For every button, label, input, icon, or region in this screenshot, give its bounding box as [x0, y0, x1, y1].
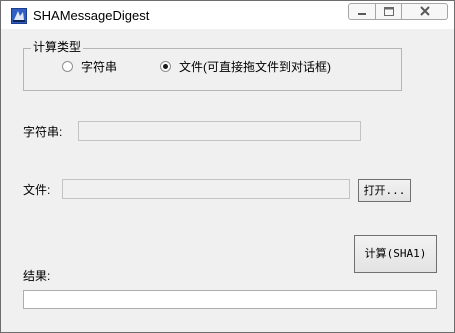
file-path-input[interactable] — [62, 179, 350, 199]
window-title: SHAMessageDigest — [33, 8, 150, 23]
result-label: 结果: — [23, 269, 51, 283]
app-window: SHAMessageDigest 计算类型 字符串 文件(可直接拖文件到对话框)… — [0, 0, 455, 333]
radio-string-label[interactable]: 字符串 — [81, 60, 117, 74]
close-icon — [420, 6, 430, 16]
title-bar[interactable]: SHAMessageDigest — [1, 1, 454, 29]
string-label: 字符串: — [23, 125, 63, 139]
minimize-button[interactable] — [348, 3, 376, 20]
open-file-button[interactable]: 打开... — [358, 179, 411, 202]
calc-type-legend: 计算类型 — [31, 40, 84, 54]
minimize-icon — [358, 13, 366, 15]
radio-file-label[interactable]: 文件(可直接拖文件到对话框) — [179, 60, 331, 74]
compute-sha1-button[interactable]: 计算(SHA1) — [354, 235, 437, 273]
close-button[interactable] — [401, 3, 448, 20]
radio-file[interactable] — [160, 61, 171, 72]
result-output[interactable] — [23, 290, 437, 309]
radio-string[interactable] — [62, 61, 73, 72]
string-input[interactable] — [78, 121, 361, 141]
maximize-button[interactable] — [375, 3, 402, 20]
file-label: 文件: — [23, 183, 51, 197]
sha-app-icon — [11, 8, 27, 24]
radio-file-dot — [163, 64, 168, 69]
maximize-icon — [384, 7, 394, 16]
